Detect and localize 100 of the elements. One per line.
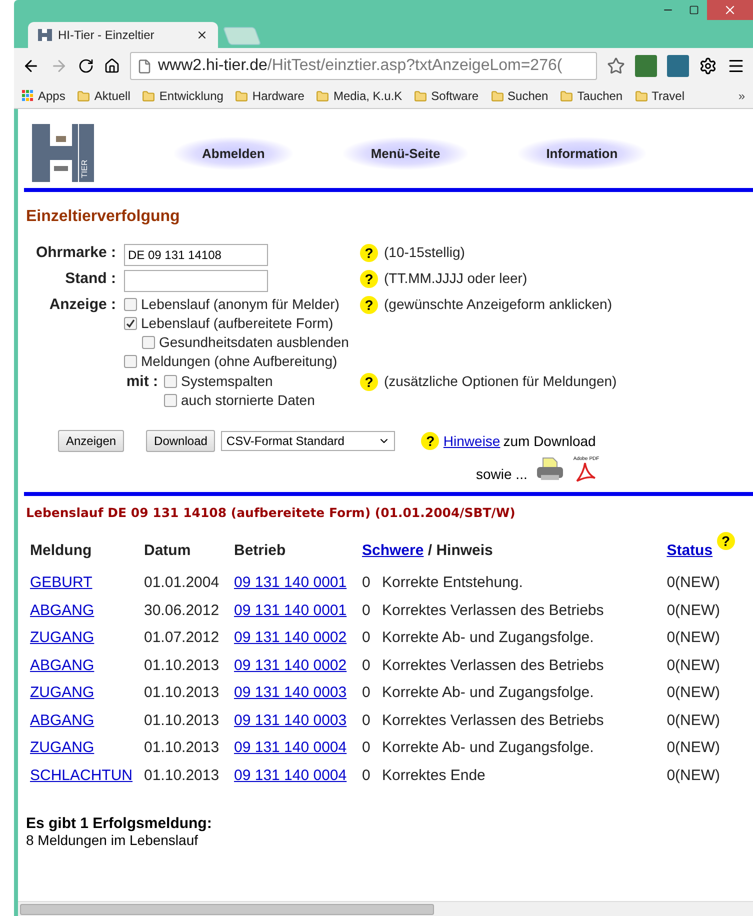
message-link[interactable]: ABGANG — [30, 602, 94, 619]
help-button[interactable]: ? — [360, 270, 378, 288]
farm-link[interactable]: 09 131 140 0002 — [234, 629, 347, 646]
farm-link[interactable]: 09 131 140 0003 — [234, 712, 347, 729]
result-title: Lebenslauf DE 09 131 14108 (aufbereitete Form) (01.01.2004/SBT/W) — [26, 505, 516, 520]
nav-link[interactable]: Menü-Seite — [342, 136, 468, 170]
farm-link[interactable]: 09 131 140 0001 — [234, 602, 347, 619]
table-cell-text: 01.10.2013 — [143, 738, 220, 758]
table-cell-text: 0(NEW) — [666, 573, 722, 594]
checkbox-option[interactable]: auch stornierte Daten — [164, 392, 315, 408]
message-link[interactable]: ZUGANG — [30, 684, 94, 702]
message-link[interactable]: SCHLACHTUN — [30, 766, 133, 784]
field-label: Anzeige : — [48, 296, 117, 315]
download-button[interactable]: Download — [146, 430, 216, 452]
also-text: sowie ... — [476, 466, 528, 482]
show-button[interactable]: Anzeigen — [58, 430, 124, 452]
table-cell-text: 0(NEW) — [666, 738, 722, 758]
nav-link[interactable]: Abmelden — [174, 136, 293, 170]
help-button[interactable]: ? — [360, 296, 378, 314]
checkbox-option[interactable]: Systemspalten — [164, 373, 315, 389]
table-cell-text: 0 — [361, 573, 372, 594]
table-cell-text: Korrekte Ab- und Zugangsfolge. — [381, 683, 595, 704]
bookmark[interactable]: Suchen — [490, 89, 548, 103]
input-field[interactable]: DE 09 131 14108 — [124, 244, 268, 266]
help-button[interactable]: ? — [716, 532, 735, 550]
printer-icon[interactable] — [535, 456, 566, 482]
table-cell-text: 0(NEW) — [666, 683, 722, 704]
summary-title: Es gibt 1 Erfolgsmeldung: — [26, 815, 213, 832]
farm-link[interactable]: 09 131 140 0004 — [234, 766, 347, 784]
bookmark[interactable]: Aktuell — [77, 89, 130, 103]
table-cell-text: 0 — [361, 738, 372, 758]
table-cell-text: 0(NEW) — [666, 656, 722, 676]
logo-drawing: TIER — [32, 124, 94, 182]
column-header: / Hinweis — [428, 542, 493, 559]
message-link[interactable]: ZUGANG — [30, 629, 94, 646]
folder-icon — [560, 90, 574, 102]
column-header: Datum — [144, 542, 191, 559]
message-link[interactable]: GEBURT — [30, 574, 92, 592]
close-icon[interactable] — [196, 29, 208, 41]
table-cell-text: Korrekte Ab- und Zugangsfolge. — [381, 628, 595, 648]
message-link[interactable]: ABGANG — [30, 712, 94, 729]
home-icon[interactable] — [104, 58, 120, 74]
table-cell-text: 0 — [361, 710, 372, 731]
help-button[interactable]: ? — [360, 373, 378, 391]
bookmark[interactable]: Software — [414, 89, 479, 103]
bookmark[interactable]: Entwicklung — [142, 89, 224, 103]
table-cell-text: 01.10.2013 — [143, 656, 220, 676]
checkbox-option[interactable]: Meldungen (ohne Aufbereitung) — [124, 353, 360, 369]
table-cell-text: 01.01.2004 — [143, 573, 220, 594]
table-cell-text: Korrektes Verlassen des Betriebs — [381, 600, 605, 621]
column-header-link[interactable]: Status — [666, 542, 713, 559]
column-header: Betrieb — [234, 542, 286, 559]
table-cell-text: 0(NEW) — [666, 600, 722, 621]
table-cell-text: 0(NEW) — [666, 710, 722, 731]
table-cell-text: 0(NEW) — [666, 628, 722, 648]
reload-icon[interactable] — [78, 58, 94, 74]
bookmark[interactable]: Media, K.u.K — [316, 89, 402, 103]
summary-text: 8 Meldungen im Lebenslauf — [26, 832, 200, 848]
settings-icon[interactable] — [699, 57, 717, 75]
checkbox-option[interactable]: Lebenslauf (aufbereitete Form) — [124, 315, 360, 331]
bookmark[interactable]: Hardware — [235, 89, 304, 103]
page-heading: Einzeltierverfolgung — [26, 208, 181, 226]
hint-text: (gewünschte Anzeigeform anklicken) — [384, 296, 612, 312]
bookmark[interactable]: Travel — [634, 89, 684, 103]
help-button[interactable]: ? — [421, 432, 440, 450]
checkbox-option[interactable]: Lebenslauf (anonym für Melder) — [124, 296, 360, 312]
hint-text: (TT.MM.JJJJ oder leer) — [384, 270, 528, 286]
table-cell-text: Korrekte Ab- und Zugangsfolge. — [381, 738, 595, 758]
message-link[interactable]: ABGANG — [30, 656, 94, 674]
format-dropdown[interactable]: CSV-Format Standard — [221, 431, 396, 451]
farm-link[interactable]: 09 131 140 0004 — [234, 739, 347, 756]
browser-tab[interactable]: HI-Tier - Einzeltier — [28, 22, 218, 48]
table-cell-text: Korrektes Verlassen des Betriebs — [381, 710, 605, 731]
table-cell-text: 01.10.2013 — [143, 683, 220, 704]
message-link[interactable]: ZUGANG — [30, 739, 94, 756]
help-button[interactable]: ? — [360, 244, 378, 262]
field-label: mit : — [125, 373, 158, 392]
input-field[interactable] — [124, 270, 268, 292]
page-icon — [137, 58, 152, 74]
table-cell-text: 01.10.2013 — [143, 766, 220, 786]
checkbox-option[interactable]: Gesundheitsdaten ausblenden — [124, 334, 360, 350]
farm-link[interactable]: 09 131 140 0003 — [234, 684, 347, 702]
nav-link[interactable]: Information — [518, 136, 646, 170]
more-bookmarks-button[interactable]: » — [738, 89, 745, 103]
column-header-link[interactable]: Schwere — [362, 542, 424, 559]
table-cell-text: Korrekte Entstehung. — [381, 573, 524, 594]
scrollbar-thumb[interactable] — [20, 904, 434, 914]
farm-link[interactable]: 09 131 140 0001 — [234, 574, 347, 592]
back-icon[interactable] — [22, 57, 40, 75]
folder-icon — [490, 90, 504, 102]
hint-link[interactable]: Hinweise — [443, 433, 500, 449]
close-button[interactable] — [707, 0, 753, 20]
address-bar[interactable]: www2.hi-tier.de/HitTest/einztier.asp?txtAnzeigeLom=276( — [130, 52, 597, 80]
bookmark[interactable]: Apps — [22, 89, 66, 103]
bookmark[interactable]: Tauchen — [560, 89, 623, 103]
table-cell-text: 30.06.2012 — [143, 600, 220, 621]
farm-link[interactable]: 09 131 140 0002 — [234, 656, 347, 674]
folder-icon — [235, 90, 248, 102]
menu-icon[interactable] — [727, 57, 745, 75]
star-icon[interactable] — [607, 57, 625, 75]
